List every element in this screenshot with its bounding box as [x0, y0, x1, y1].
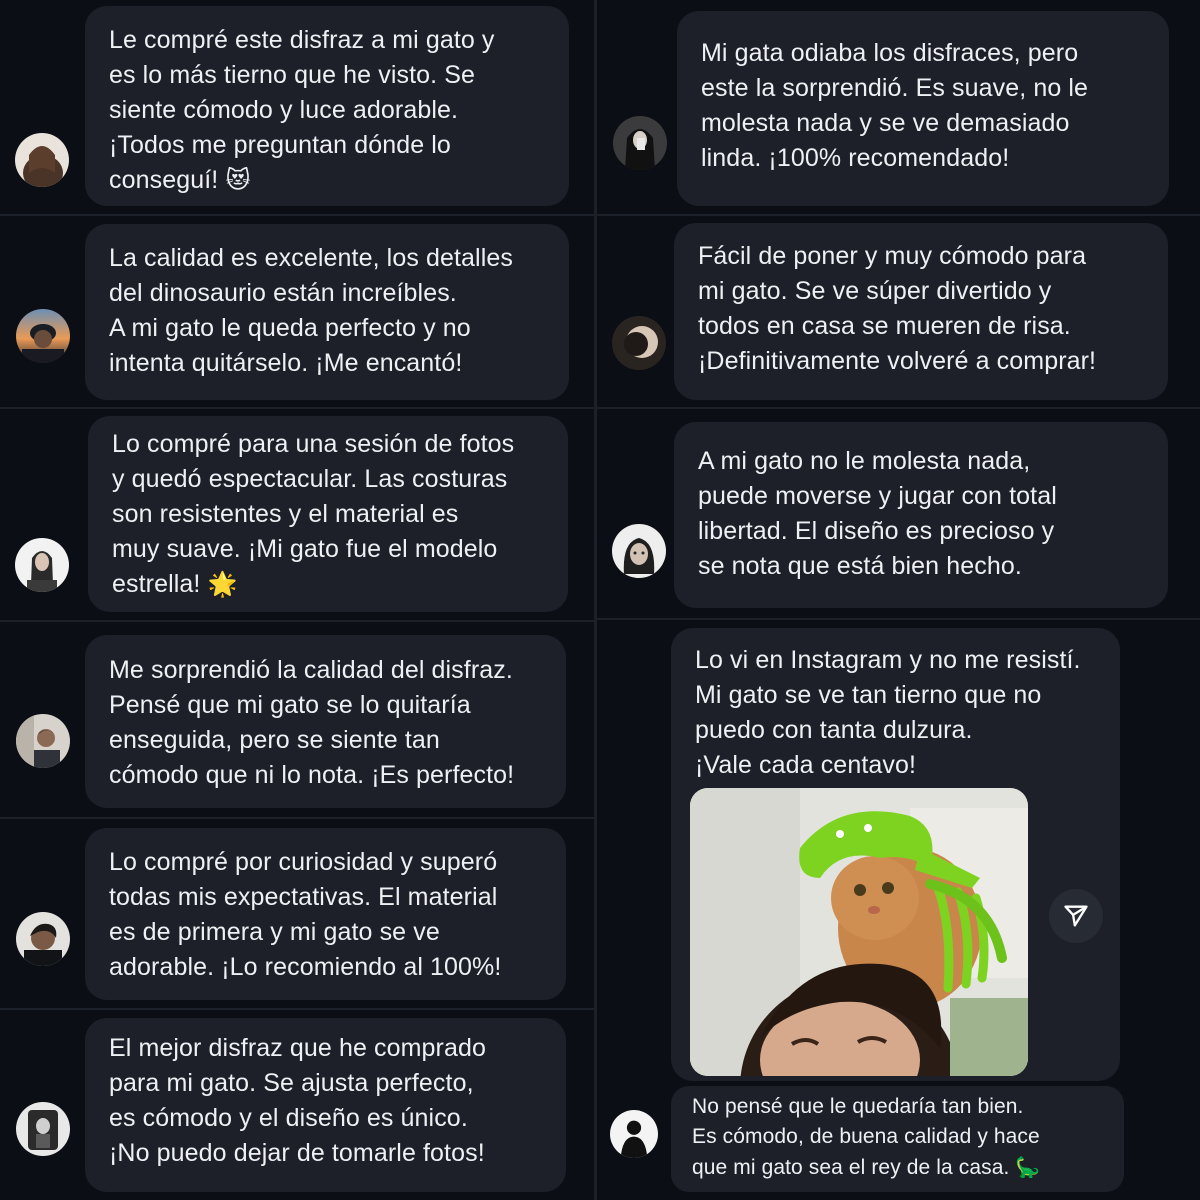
review-bubble: Le compré este disfraz a mi gato y es lo…: [85, 6, 569, 206]
avatar[interactable]: [15, 133, 69, 187]
avatar[interactable]: [612, 524, 666, 578]
avatar[interactable]: [16, 912, 70, 966]
row-divider: [597, 214, 1200, 216]
avatar[interactable]: [612, 316, 666, 370]
review-bubble: El mejor disfraz que he comprado para mi…: [85, 1018, 566, 1192]
review-bubble: Mi gata odiaba los disfraces, pero este …: [677, 11, 1169, 206]
review-bubble: Lo compré para una sesión de fotos y que…: [88, 416, 568, 612]
column-divider: [594, 0, 597, 1200]
cat-dinosaur-costume-photo[interactable]: [690, 788, 1028, 1076]
row-divider: [0, 817, 594, 819]
review-text: Lo compré por curiosidad y superó todas …: [109, 848, 502, 981]
reviews-column-left: Le compré este disfraz a mi gato y es lo…: [0, 0, 594, 1200]
row-divider: [597, 618, 1200, 620]
row-divider: [0, 214, 594, 216]
review-text: Lo compré para una sesión de fotos y que…: [112, 430, 515, 598]
avatar[interactable]: [610, 1110, 658, 1158]
review-text: Me sorprendió la calidad del disfraz. Pe…: [109, 656, 515, 789]
share-button[interactable]: [1049, 889, 1103, 943]
review-text: Mi gata odiaba los disfraces, pero este …: [701, 39, 1089, 172]
review-text: El mejor disfraz que he comprado para mi…: [109, 1034, 486, 1167]
review-bubble: A mi gato no le molesta nada, puede move…: [674, 422, 1168, 608]
review-bubble: Fácil de poner y muy cómodo para mi gato…: [674, 223, 1168, 400]
review-text: No pensé que le quedaría tan bien. Es có…: [692, 1095, 1040, 1179]
review-bubble: Me sorprendió la calidad del disfraz. Pe…: [85, 635, 566, 808]
avatar[interactable]: [16, 1102, 70, 1156]
review-text: Le compré este disfraz a mi gato y es lo…: [109, 26, 495, 194]
review-text: Fácil de poner y muy cómodo para mi gato…: [698, 242, 1097, 375]
avatar[interactable]: [16, 714, 70, 768]
review-text: A mi gato no le molesta nada, puede move…: [698, 447, 1057, 580]
row-divider: [0, 407, 594, 409]
send-icon: [1064, 905, 1088, 927]
heart-eyes-cat-emoji: 😻: [225, 166, 251, 194]
row-divider: [0, 620, 594, 622]
avatar[interactable]: [613, 116, 667, 170]
review-text: Lo vi en Instagram y no me resistí. Mi g…: [695, 646, 1081, 779]
avatar[interactable]: [16, 309, 70, 363]
review-bubble: Lo compré por curiosidad y superó todas …: [85, 828, 566, 1000]
row-divider: [0, 1008, 594, 1010]
review-text: La calidad es excelente, los detalles de…: [109, 244, 513, 377]
avatar[interactable]: [15, 538, 69, 592]
dinosaur-emoji: 🦕: [1015, 1155, 1041, 1179]
row-divider: [597, 407, 1200, 409]
review-bubble: La calidad es excelente, los detalles de…: [85, 224, 569, 400]
review-bubble: No pensé que le quedaría tan bien. Es có…: [671, 1086, 1124, 1192]
star-emoji: 🌟: [207, 570, 238, 598]
